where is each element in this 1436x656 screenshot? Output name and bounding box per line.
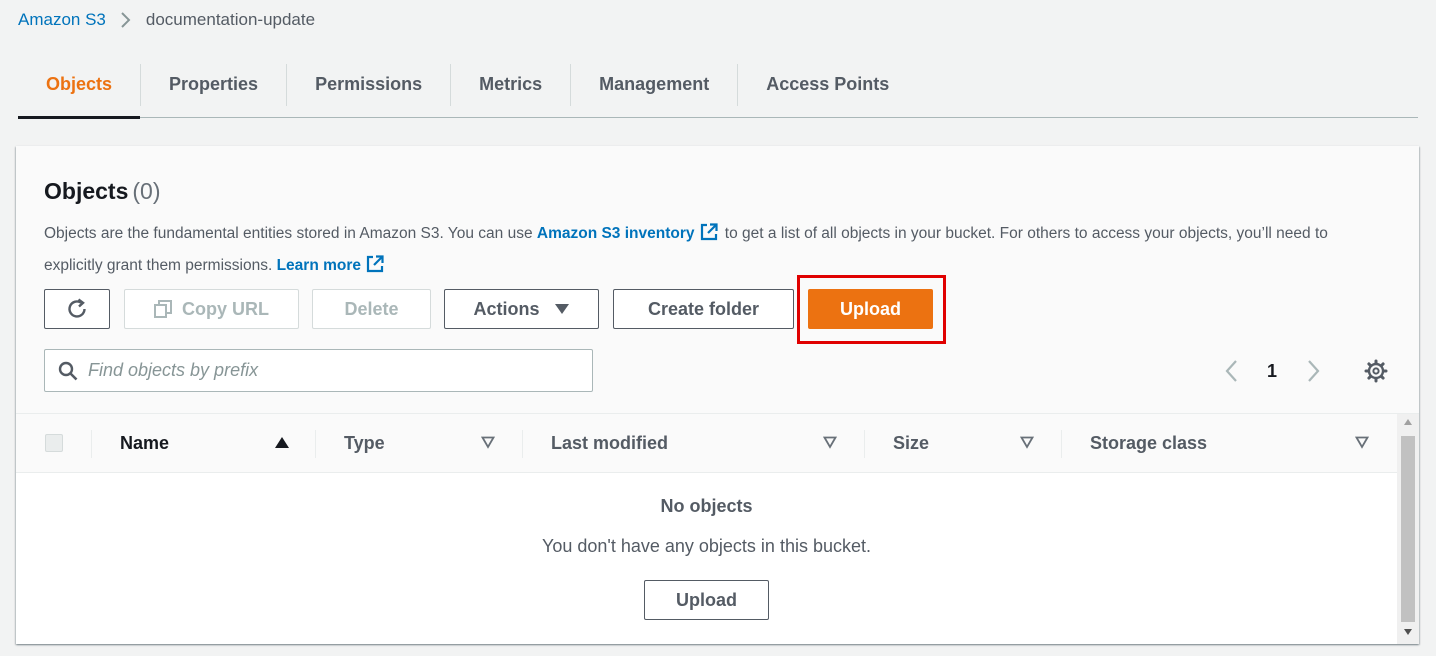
empty-state-message: You don't have any objects in this bucke… bbox=[542, 536, 871, 556]
column-divider bbox=[91, 430, 92, 458]
column-header-name[interactable]: Name bbox=[120, 414, 290, 473]
delete-button[interactable]: Delete bbox=[312, 289, 431, 329]
tab-properties[interactable]: Properties bbox=[141, 52, 286, 117]
create-folder-label: Create folder bbox=[647, 298, 760, 319]
copy-url-label: Copy URL bbox=[182, 298, 269, 319]
create-folder-button[interactable]: Create folder bbox=[613, 289, 794, 329]
objects-title: Objects (0) bbox=[44, 178, 161, 205]
objects-description: Objects are the fundamental entities sto… bbox=[44, 220, 1389, 284]
external-link-icon[interactable] bbox=[699, 222, 719, 252]
tab-management[interactable]: Management bbox=[571, 52, 737, 117]
s3-inventory-link[interactable]: Amazon S3 inventory bbox=[537, 225, 695, 242]
gear-icon bbox=[1364, 359, 1388, 383]
select-all-checkbox[interactable] bbox=[45, 434, 63, 452]
objects-panel: Objects (0) Objects are the fundamental e… bbox=[16, 146, 1419, 644]
column-divider bbox=[315, 430, 316, 458]
scroll-down-arrow-icon[interactable] bbox=[1397, 628, 1419, 640]
refresh-icon bbox=[65, 297, 89, 321]
sort-icon[interactable] bbox=[1019, 436, 1035, 454]
tab-access-points[interactable]: Access Points bbox=[738, 52, 917, 117]
scroll-up-arrow-icon[interactable] bbox=[1397, 418, 1419, 430]
copy-url-button[interactable]: Copy URL bbox=[124, 289, 299, 329]
bucket-tabs: Objects Properties Permissions Metrics M… bbox=[18, 52, 1418, 119]
column-storage-class-label: Storage class bbox=[1090, 433, 1208, 453]
breadcrumb: Amazon S3 documentation-update bbox=[18, 9, 315, 31]
sort-ascending-icon[interactable] bbox=[274, 436, 290, 455]
column-header-storage-class[interactable]: Storage class bbox=[1090, 414, 1340, 473]
table-scrollbar[interactable] bbox=[1397, 414, 1419, 644]
empty-state-title: No objects bbox=[660, 496, 753, 516]
column-divider bbox=[864, 430, 865, 458]
chevron-left-icon bbox=[1224, 359, 1238, 383]
pagination-next-button[interactable] bbox=[1299, 351, 1329, 391]
objects-panel-header: Objects (0) Objects are the fundamental e… bbox=[16, 146, 1419, 414]
tab-metrics[interactable]: Metrics bbox=[451, 52, 570, 117]
scrollbar-thumb[interactable] bbox=[1401, 436, 1415, 622]
column-header-type[interactable]: Type bbox=[344, 414, 474, 473]
sort-icon[interactable] bbox=[1354, 436, 1370, 454]
sort-icon[interactable] bbox=[480, 436, 496, 454]
column-divider bbox=[1061, 430, 1062, 458]
refresh-button[interactable] bbox=[44, 289, 110, 329]
table-preferences-button[interactable] bbox=[1361, 351, 1391, 391]
column-header-size[interactable]: Size bbox=[893, 414, 1013, 473]
column-last-modified-label: Last modified bbox=[551, 433, 669, 453]
actions-dropdown[interactable]: Actions bbox=[444, 289, 599, 329]
column-size-label: Size bbox=[893, 433, 930, 453]
pagination-prev-button[interactable] bbox=[1216, 351, 1246, 391]
delete-label: Delete bbox=[344, 298, 399, 319]
objects-count: (0) bbox=[132, 178, 161, 204]
search-input[interactable] bbox=[88, 360, 568, 381]
search-icon bbox=[58, 361, 78, 381]
tab-permissions[interactable]: Permissions bbox=[287, 52, 450, 117]
column-name-label: Name bbox=[120, 433, 170, 453]
column-divider bbox=[522, 430, 523, 458]
breadcrumb-current-bucket: documentation-update bbox=[145, 10, 316, 29]
objects-table-header: Name Type Last modified Size Storage cla… bbox=[16, 414, 1397, 473]
pagination-current-page[interactable]: 1 bbox=[1261, 351, 1283, 391]
objects-title-text: Objects bbox=[44, 178, 129, 204]
caret-down-icon bbox=[554, 303, 570, 315]
learn-more-link[interactable]: Learn more bbox=[277, 257, 361, 274]
breadcrumb-amazon-s3-link[interactable]: Amazon S3 bbox=[18, 10, 106, 30]
column-type-label: Type bbox=[344, 433, 385, 453]
actions-label: Actions bbox=[473, 298, 540, 319]
chevron-right-icon bbox=[106, 11, 146, 29]
chevron-right-icon bbox=[1307, 359, 1321, 383]
tab-objects[interactable]: Objects bbox=[18, 52, 141, 119]
column-header-last-modified[interactable]: Last modified bbox=[551, 414, 811, 473]
sort-icon[interactable] bbox=[822, 436, 838, 454]
upload-label: Upload bbox=[840, 298, 901, 319]
empty-state-upload-button[interactable]: Upload bbox=[644, 580, 769, 620]
external-link-icon[interactable] bbox=[365, 254, 385, 284]
copy-icon bbox=[154, 300, 172, 318]
upload-button[interactable]: Upload bbox=[808, 289, 933, 329]
search-box[interactable] bbox=[44, 349, 593, 392]
description-text-1: Objects are the fundamental entities sto… bbox=[44, 225, 537, 242]
